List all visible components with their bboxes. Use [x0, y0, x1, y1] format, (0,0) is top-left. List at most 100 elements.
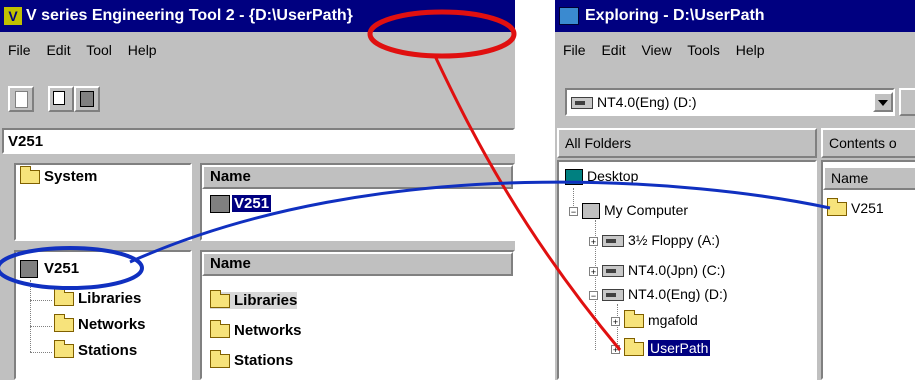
menu-bar: File Edit Tool Help	[0, 32, 515, 68]
all-folders-header: All Folders	[557, 128, 817, 158]
drive-select-value: NT4.0(Eng) (D:)	[571, 94, 697, 110]
hard-drive-icon	[602, 265, 624, 278]
menu-tools[interactable]: Tools	[687, 42, 720, 58]
contents-name-header[interactable]: Name	[823, 166, 915, 190]
tree-item-stations[interactable]: Stations	[54, 340, 137, 359]
tree-item-desktop[interactable]: Desktop	[565, 168, 639, 186]
expand-icon[interactable]: +	[611, 344, 620, 354]
folder-icon	[54, 340, 74, 359]
list-item-libraries[interactable]: Libraries	[210, 290, 298, 309]
explorer-window: Exploring - D:\UserPath File Edit View T…	[555, 0, 915, 380]
top-list-pane: Name V251	[200, 163, 515, 241]
tree-connector	[30, 300, 52, 301]
expand-icon[interactable]: +	[589, 266, 598, 276]
system-label: System	[44, 168, 98, 185]
folder-icon	[210, 320, 230, 339]
drive-icon	[571, 97, 593, 110]
app-icon: V	[4, 6, 22, 25]
copy-icon	[53, 91, 65, 105]
engineering-tool-titlebar[interactable]: VV series Engineering Tool 2 - {D:\UserP…	[0, 0, 515, 32]
tree-pane: V251 Libraries Networks Stations	[14, 250, 192, 380]
tree-item-label: Networks	[78, 316, 146, 333]
tree-item-drive-d[interactable]: − NT4.0(Eng) (D:)	[589, 286, 728, 302]
contents-header: Contents o	[821, 128, 915, 158]
tree-item-label: Desktop	[587, 168, 639, 184]
tree-item-networks[interactable]: Networks	[54, 314, 146, 333]
list-item-stations[interactable]: Stations	[210, 350, 294, 369]
tree-item-drive-c[interactable]: + NT4.0(Jpn) (C:)	[589, 262, 725, 278]
tree-item-label: Libraries	[78, 290, 142, 307]
new-button[interactable]	[8, 86, 34, 112]
menu-file[interactable]: File	[8, 42, 31, 58]
selected-item-label: V251	[232, 195, 272, 212]
name-header-label: Name	[831, 170, 869, 186]
folder-tree-pane: Desktop − My Computer +3½ Floppy (A:) + NT…	[557, 160, 817, 380]
desktop-icon	[565, 169, 583, 186]
collapse-icon[interactable]: −	[589, 290, 598, 300]
content-item-v251[interactable]: V251	[827, 198, 884, 217]
collapse-icon[interactable]: −	[569, 206, 578, 216]
tree-item-my-computer[interactable]: − My Computer	[569, 202, 688, 220]
menu-edit[interactable]: Edit	[601, 42, 625, 58]
menu-view[interactable]: View	[641, 42, 671, 58]
tree-item-label: NT4.0(Eng) (D:)	[628, 286, 728, 302]
menu-help[interactable]: Help	[128, 42, 157, 58]
tree-root-v251[interactable]: V251	[20, 260, 79, 279]
open-folder-icon	[624, 338, 644, 357]
selected-list-item[interactable]: V251	[210, 195, 272, 214]
hard-drive-icon	[602, 289, 624, 302]
expand-icon[interactable]: +	[611, 316, 620, 326]
folder-icon	[210, 290, 230, 309]
contents-label: Contents o	[829, 135, 897, 151]
list-item-networks[interactable]: Networks	[210, 320, 302, 339]
drive-select[interactable]: NT4.0(Eng) (D:)	[565, 88, 895, 116]
station-tree-icon	[20, 260, 38, 279]
content-item-label: V251	[851, 200, 884, 216]
paste-button[interactable]	[74, 86, 100, 112]
menu-tool[interactable]: Tool	[86, 42, 112, 58]
address-bar[interactable]: V251	[2, 128, 515, 154]
tree-item-mgafold[interactable]: + mgafold	[611, 310, 698, 329]
engineering-tool-window: VV series Engineering Tool 2 - {D:\UserP…	[0, 0, 515, 380]
list-item-label: Networks	[234, 322, 302, 339]
folder-icon	[54, 288, 74, 307]
list-item-label: Stations	[234, 352, 294, 369]
tree-item-floppy[interactable]: +3½ Floppy (A:)	[589, 232, 720, 248]
paste-icon	[80, 91, 94, 107]
name-column-header[interactable]: Name	[202, 252, 513, 276]
contents-pane: Name V251	[821, 160, 915, 380]
list-item-label: Libraries	[234, 292, 298, 309]
tree-item-libraries[interactable]: Libraries	[54, 288, 142, 307]
toolbar	[0, 78, 515, 118]
extra-toolbar-button[interactable]	[899, 88, 915, 116]
window-title-path: {D:\UserPath}	[248, 7, 353, 24]
explorer-titlebar[interactable]: Exploring - D:\UserPath	[555, 0, 915, 32]
name-column-header[interactable]: Name	[202, 165, 513, 189]
tree-item-userpath[interactable]: + UserPath	[611, 338, 711, 357]
tree-connector	[30, 352, 52, 353]
folder-icon	[624, 310, 644, 329]
explorer-icon	[559, 6, 579, 25]
chevron-down-icon	[878, 100, 888, 106]
expand-icon[interactable]: +	[589, 236, 598, 246]
computer-icon	[582, 203, 600, 220]
dropdown-button[interactable]	[873, 92, 893, 112]
tree-item-label: NT4.0(Jpn) (C:)	[628, 262, 726, 278]
menu-file[interactable]: File	[563, 42, 586, 58]
station-icon	[210, 195, 230, 214]
folder-icon	[210, 350, 230, 369]
menu-help[interactable]: Help	[736, 42, 765, 58]
floppy-drive-icon	[602, 235, 624, 248]
folder-icon	[20, 166, 40, 185]
tree-connector	[30, 280, 31, 352]
menu-edit[interactable]: Edit	[46, 42, 70, 58]
tree-item-label: 3½ Floppy (A:)	[628, 232, 720, 248]
new-document-icon	[15, 91, 28, 108]
copy-button[interactable]	[48, 86, 74, 112]
name-header-label: Name	[210, 255, 251, 272]
explorer-menu-bar: File Edit View Tools Help	[555, 32, 915, 68]
system-pane: System	[14, 163, 192, 241]
folder-icon	[54, 314, 74, 333]
tree-item-label: UserPath	[648, 340, 711, 356]
system-item[interactable]: System	[20, 166, 98, 185]
